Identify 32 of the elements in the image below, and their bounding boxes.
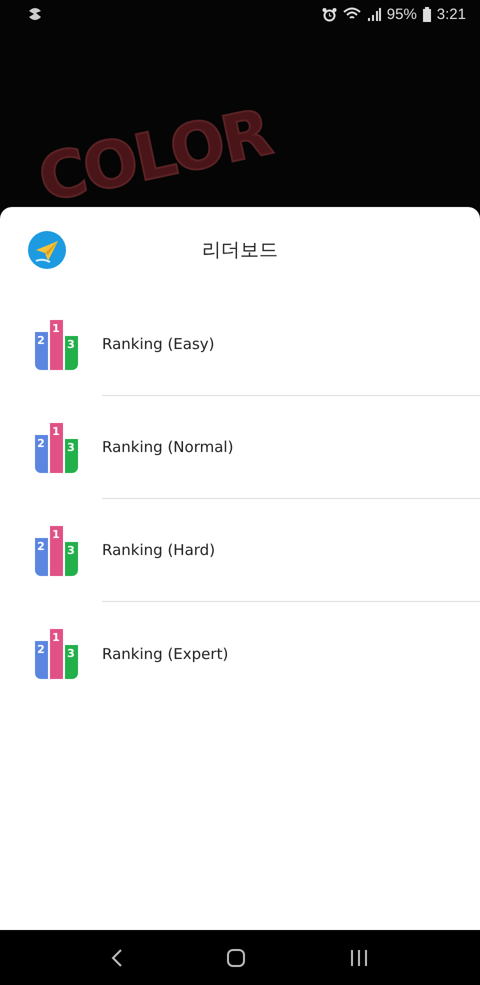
paper-plane-icon (28, 231, 66, 269)
leaderboard-item[interactable]: 2 1 3 Ranking (Hard) (0, 499, 480, 602)
leaderboard-label: Ranking (Hard) (102, 541, 216, 559)
leaderboard-item[interactable]: 2 1 3 Ranking (Expert) (0, 602, 480, 705)
leaderboard-item[interactable]: 2 1 3 Ranking (Easy) (0, 293, 480, 396)
podium-bar: 3 (64, 438, 78, 472)
clock-time: 3:21 (436, 6, 466, 22)
sheet-title: 리더보드 (202, 238, 278, 263)
leaderboard-label: Ranking (Expert) (102, 644, 228, 662)
leaderboard-label: Ranking (Easy) (102, 335, 215, 353)
game-logo: COLOR (32, 96, 276, 207)
alarm-icon (322, 6, 337, 22)
leaderboard-label: Ranking (Normal) (102, 438, 234, 456)
podium-bar: 1 (50, 320, 62, 370)
podium-bar: 2 (34, 538, 48, 576)
podium-bar: 1 (50, 526, 62, 576)
podium-bar: 2 (34, 434, 48, 472)
podium-bar: 3 (64, 542, 78, 576)
podium-bar: 1 (50, 422, 62, 472)
podium-bar: 3 (64, 644, 78, 678)
podium-bar: 1 (50, 628, 62, 678)
battery-icon (422, 6, 431, 22)
back-icon[interactable] (111, 948, 124, 968)
battery-percentage: 95% (386, 6, 417, 22)
podium-bar: 3 (64, 336, 78, 370)
podium-bar: 2 (34, 332, 48, 370)
recent-apps-icon[interactable] (348, 948, 369, 966)
home-icon[interactable] (226, 948, 246, 968)
signal-icon (366, 7, 381, 21)
podium-bar: 2 (34, 640, 48, 678)
wifi-icon (342, 7, 361, 21)
leaderboard-item[interactable]: 2 1 3 Ranking (Normal) (0, 396, 480, 499)
